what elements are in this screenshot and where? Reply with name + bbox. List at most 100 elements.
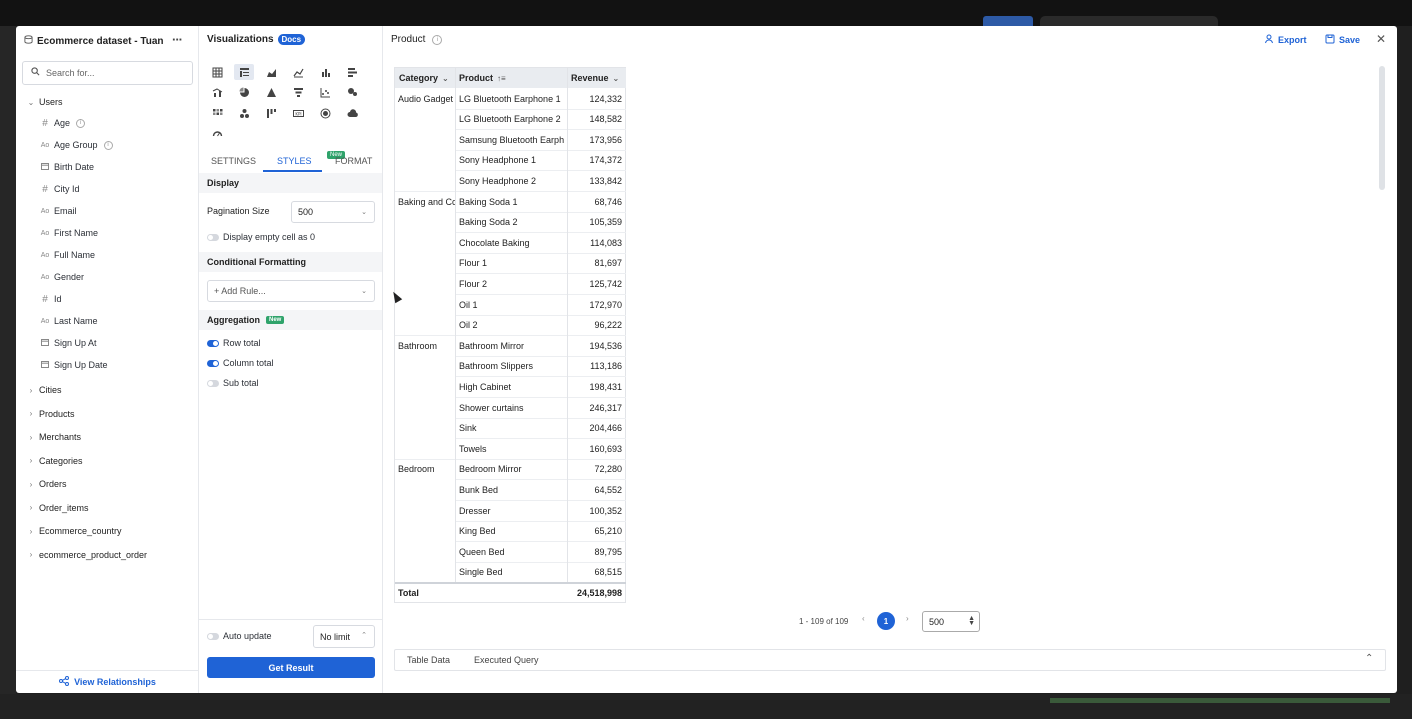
sort-asc-icon: ↑≡ [497, 73, 506, 83]
word-cloud-icon[interactable] [342, 105, 362, 121]
export-button[interactable]: Export [1264, 34, 1307, 46]
table-icon[interactable] [207, 64, 227, 80]
result-title[interactable]: Product [391, 34, 425, 45]
pagination-size-select[interactable]: 500 ⌄ [291, 201, 375, 223]
page-size-select[interactable]: 500 ▲ ▼ [922, 611, 980, 632]
chevron-up-icon[interactable]: ⌃ [1365, 653, 1373, 664]
page-1-button[interactable]: 1 [877, 612, 895, 630]
info-icon[interactable]: i [76, 118, 86, 128]
field-item[interactable]: # Age i [40, 115, 86, 131]
revenue-cell: 172,970 [589, 299, 622, 310]
bubble-icon[interactable] [342, 85, 362, 101]
model-item[interactable]: › Order_items [26, 500, 89, 516]
pagination-size-label: Pagination Size [207, 206, 270, 216]
scatter-icon[interactable] [315, 85, 335, 101]
field-item[interactable]: Ao Gender [40, 269, 84, 285]
tab-table-data[interactable]: Table Data [407, 655, 450, 665]
model-users[interactable]: ⌄ Users [26, 94, 63, 110]
empty-cell-toggle[interactable] [207, 234, 219, 241]
auto-update-toggle[interactable] [207, 633, 219, 640]
viz-title: Visualizations [207, 34, 274, 45]
product-cell: Bunk Bed [459, 484, 499, 495]
model-item[interactable]: › Cities [26, 382, 62, 398]
header-revenue[interactable]: Revenue ⌄ [567, 68, 626, 88]
view-relationships-button[interactable]: View Relationships [16, 670, 199, 693]
radar-icon[interactable] [315, 105, 335, 121]
number-type-icon: # [42, 183, 48, 195]
field-item[interactable]: # City Id [40, 181, 79, 197]
field-item[interactable]: Ao Email [40, 203, 77, 219]
waterfall-icon[interactable] [261, 105, 281, 121]
kpi-icon[interactable]: KPI [288, 105, 308, 121]
result-panel: Product i Export Save ✕ Category ⌄ Produ… [384, 26, 1397, 693]
empty-cell-label: Display empty cell as 0 [223, 232, 316, 242]
field-item[interactable]: Ao First Name [40, 225, 98, 241]
model-item[interactable]: › Ecommerce_country [26, 523, 122, 539]
model-item[interactable]: › Merchants [26, 429, 81, 445]
row-limit-select[interactable]: No limit ⌃ [313, 625, 375, 648]
prev-page-icon[interactable]: ‹ [862, 614, 865, 623]
info-icon[interactable]: i [432, 34, 443, 45]
heatmap-icon[interactable] [207, 105, 227, 121]
model-label: Order_items [39, 502, 89, 513]
pyramid-icon[interactable] [261, 85, 281, 101]
category-cell: Bathroom [398, 340, 438, 351]
close-icon[interactable]: ✕ [1376, 32, 1386, 46]
field-item[interactable]: Sign Up Date [40, 357, 108, 373]
bar-chart-icon[interactable] [342, 64, 362, 80]
field-item[interactable]: # Id [40, 291, 61, 307]
dataset-title[interactable]: Ecommerce dataset - Tuan [24, 35, 164, 47]
combo-chart-icon[interactable] [207, 85, 227, 101]
category-cell: Bedroom [398, 464, 435, 475]
model-item[interactable]: › Orders [26, 476, 67, 492]
model-users-label: Users [39, 97, 63, 107]
more-options-icon[interactable]: ··· [172, 32, 183, 47]
next-page-icon[interactable]: › [906, 614, 909, 623]
product-cell: Chocolate Baking [459, 237, 530, 248]
revenue-cell: 65,210 [594, 526, 622, 537]
result-scrollbar[interactable] [1379, 66, 1385, 190]
text-type-icon: Ao [40, 273, 50, 281]
tab-format[interactable]: FORMAT [335, 156, 372, 166]
model-item[interactable]: › ecommerce_product_order [26, 547, 147, 563]
dataset-icon [24, 35, 33, 47]
field-item[interactable]: Ao Age Group i [40, 137, 113, 153]
header-category[interactable]: Category ⌄ [395, 68, 455, 88]
field-item[interactable]: Ao Last Name [40, 313, 98, 329]
chevron-right-icon: › [29, 456, 33, 465]
line-chart-icon[interactable] [288, 64, 308, 80]
display-section-header: Display [199, 173, 382, 193]
field-search-input[interactable] [46, 68, 176, 78]
field-item[interactable]: Birth Date [40, 159, 94, 175]
tab-styles[interactable]: STYLES [277, 156, 312, 166]
chevron-right-icon: › [29, 526, 33, 536]
column-chart-icon[interactable] [315, 64, 335, 80]
product-cell: Sink [459, 423, 477, 434]
model-item[interactable]: › Products [26, 406, 75, 422]
field-item[interactable]: Sign Up At [40, 335, 97, 351]
pie-chart-icon[interactable] [234, 85, 254, 101]
header-product[interactable]: Product ↑≡ [455, 68, 567, 88]
add-rule-select[interactable]: + Add Rule... ⌄ [207, 280, 375, 302]
row-total-toggle[interactable] [207, 340, 219, 347]
field-item[interactable]: Ao Full Name [40, 247, 95, 263]
funnel-icon[interactable] [288, 85, 308, 101]
aggregation-new-badge: New [266, 316, 285, 324]
save-button[interactable]: Save [1325, 34, 1360, 46]
column-divider [567, 68, 568, 583]
model-item[interactable]: › Categories [26, 453, 83, 469]
sankey-icon[interactable] [234, 105, 254, 121]
pivot-table-icon[interactable] [234, 64, 254, 80]
tab-settings[interactable]: SETTINGS [211, 156, 256, 166]
field-search[interactable] [22, 61, 193, 85]
area-chart-icon[interactable] [261, 64, 281, 80]
get-result-button[interactable]: Get Result [207, 657, 375, 678]
sub-total-toggle[interactable] [207, 380, 219, 387]
info-icon[interactable]: i [103, 140, 113, 150]
revenue-cell: 174,372 [589, 155, 622, 166]
docs-badge[interactable]: Docs [277, 34, 306, 45]
column-total-toggle[interactable] [207, 360, 219, 367]
tab-executed-query[interactable]: Executed Query [474, 655, 539, 665]
gauge-icon[interactable] [207, 126, 227, 142]
product-cell: Flour 1 [459, 258, 488, 269]
